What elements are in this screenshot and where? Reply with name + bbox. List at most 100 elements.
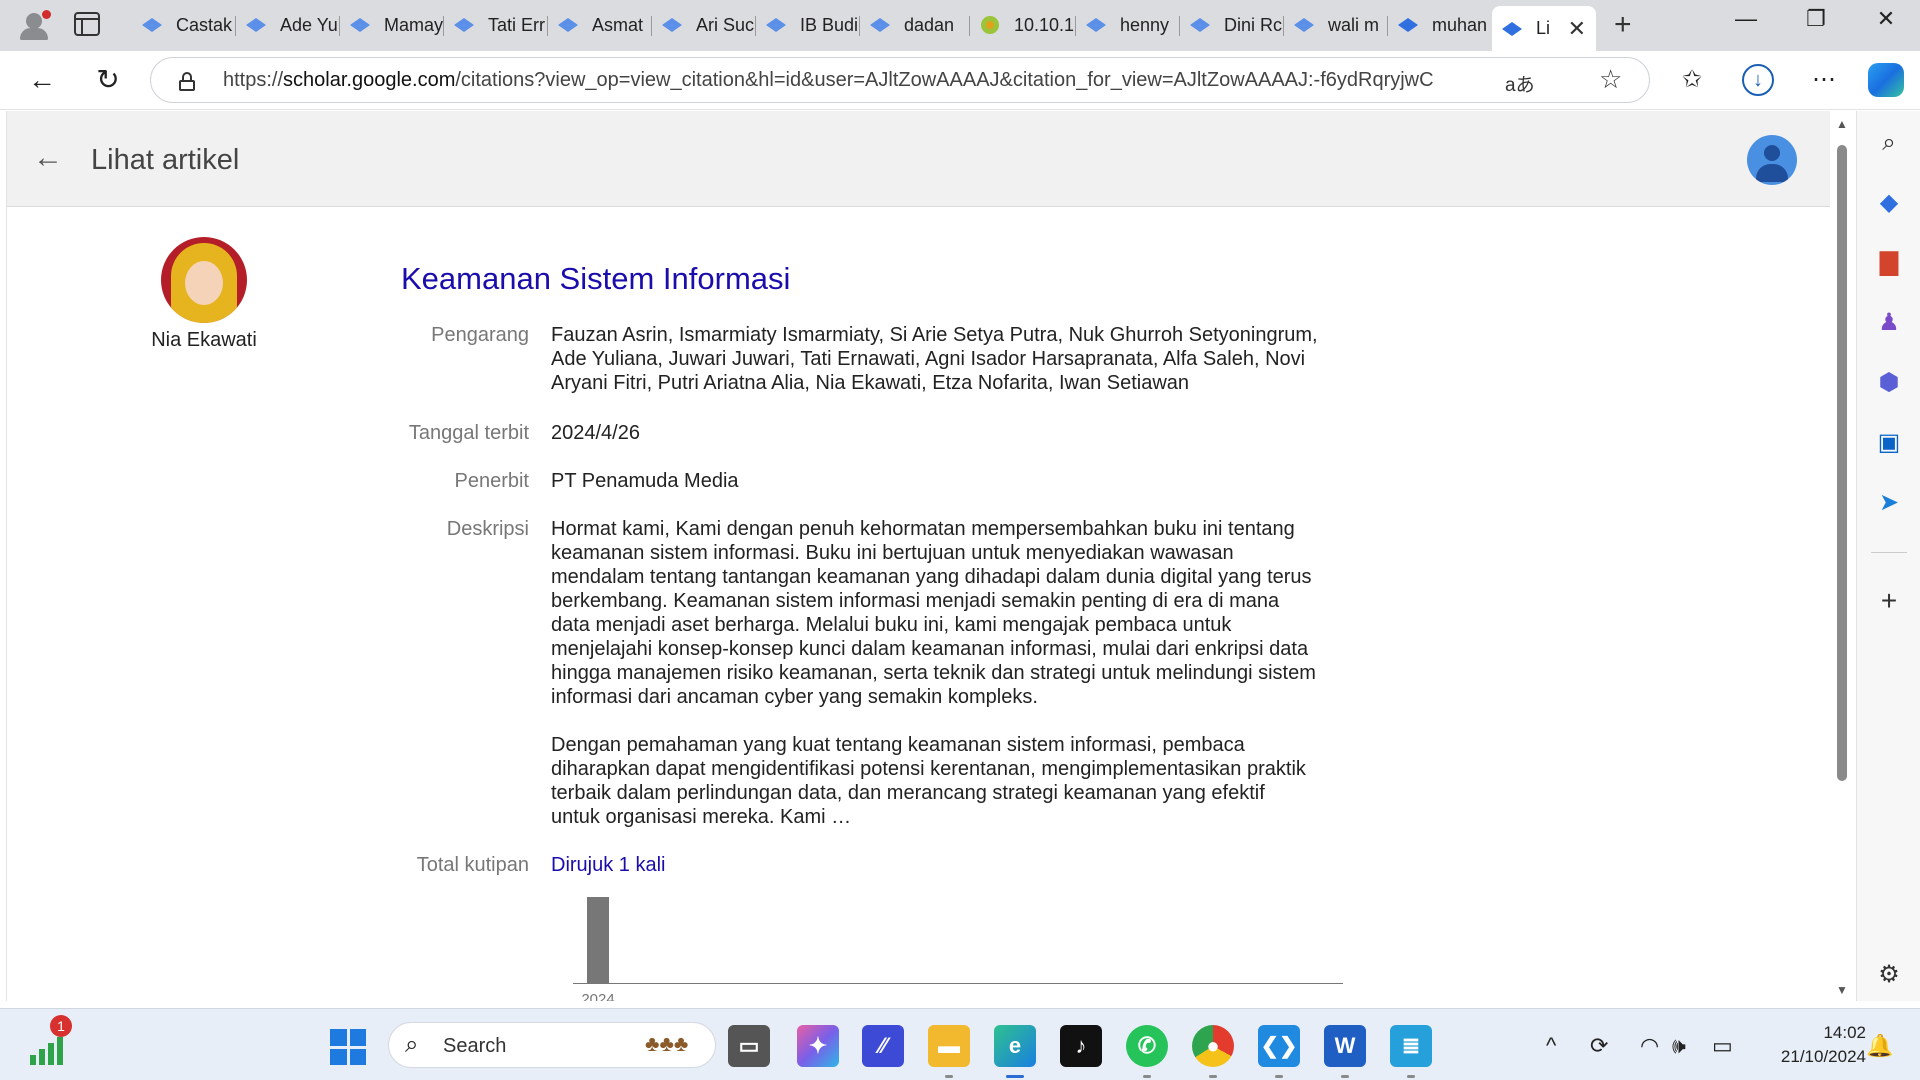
file-explorer-icon[interactable]: ▬	[928, 1025, 970, 1078]
scholar-favicon-icon	[1190, 18, 1210, 32]
minimize-icon[interactable]: —	[1726, 6, 1766, 32]
search-icon[interactable]: ⌕	[1869, 123, 1909, 163]
publisher-label: Penerbit	[454, 470, 530, 492]
taskbar: 1 ⌕ Search ♣♣♣ ▭ ✦ ⁄⁄ ▬ e ♪ ✆ ● ❮❯ W ≣ ^…	[0, 1008, 1920, 1080]
article-title[interactable]: Keamanan Sistem Informasi	[401, 261, 790, 297]
settings-gear-icon[interactable]: ⚙	[1869, 955, 1909, 995]
sync-icon[interactable]: ⟳	[1590, 1033, 1608, 1059]
site-favicon-icon	[980, 16, 1000, 34]
downloads-button[interactable]: ↓	[1738, 60, 1778, 100]
scholar-favicon-icon	[142, 18, 162, 32]
scroll-up-icon[interactable]: ▲	[1836, 117, 1848, 131]
clock-date: 21/10/2024	[1780, 1047, 1866, 1066]
battery-icon[interactable]: ▭	[1712, 1033, 1733, 1059]
tools-icon[interactable]: ▇	[1869, 243, 1909, 283]
authors-value: Fauzan Asrin, Ismarmiaty Ismarmiaty, Si …	[551, 324, 1318, 394]
system-clock[interactable]: 14:02 21/10/2024	[1756, 1021, 1866, 1069]
edge-browser-icon[interactable]: e	[994, 1025, 1036, 1078]
notification-badge: 1	[50, 1015, 72, 1037]
publisher-value: PT Penamuda Media	[551, 470, 739, 492]
scholar-favicon-icon	[454, 18, 474, 32]
notepad-icon[interactable]: ≣	[1390, 1025, 1432, 1078]
copilot-app-icon[interactable]: ✦	[797, 1025, 839, 1067]
tiktok-icon[interactable]: ♪	[1060, 1025, 1102, 1067]
wifi-icon[interactable]: ◠	[1640, 1033, 1659, 1059]
favorites-icon[interactable]: ✩	[1672, 60, 1712, 100]
citation-bar[interactable]	[587, 897, 609, 983]
browser-tab[interactable]: Asmat	[548, 6, 652, 44]
window-close-icon[interactable]: ✕	[1866, 6, 1906, 32]
task-view-icon[interactable]: ▭	[728, 1025, 770, 1067]
send-icon[interactable]: ➤	[1869, 483, 1909, 523]
chrome-icon[interactable]: ●	[1192, 1025, 1234, 1078]
read-aloud-icon[interactable]: aあ	[1505, 70, 1535, 97]
url-text[interactable]: https://scholar.google.com/citations?vie…	[223, 69, 1523, 92]
browser-tab[interactable]: Castak	[132, 6, 236, 44]
back-button[interactable]: ←	[22, 61, 62, 101]
description-paragraph: Dengan pemahaman yang kuat tentang keama…	[551, 734, 1306, 828]
page-header: ← Lihat artikel	[7, 111, 1830, 207]
description-paragraph: Hormat kami, Kami dengan penuh kehormata…	[551, 518, 1316, 708]
browser-tab[interactable]: henny	[1076, 6, 1180, 44]
vscode-icon[interactable]: ❮❯	[1258, 1025, 1300, 1078]
page-content: ← Lihat artikel Nia Ekawati Keamanan Sis…	[6, 111, 1830, 1001]
tab-actions-icon[interactable]	[74, 12, 100, 36]
browser-tab[interactable]: Ade Yu	[236, 6, 340, 44]
show-hidden-icons[interactable]: ^	[1546, 1033, 1556, 1059]
microsoft-365-icon[interactable]: ⬢	[1869, 363, 1909, 403]
page-title: Lihat artikel	[91, 144, 240, 176]
account-avatar[interactable]	[1747, 135, 1797, 185]
favorite-star-icon[interactable]: ☆	[1599, 64, 1622, 95]
taskbar-search[interactable]: ⌕ Search ♣♣♣	[388, 1022, 716, 1068]
citations-row: Total kutipan Dirujuk 1 kali	[307, 853, 1357, 877]
browser-tab[interactable]: dadan	[860, 6, 970, 44]
browser-tab[interactable]: Ari Suc	[652, 6, 756, 44]
refresh-button[interactable]: ↻	[88, 61, 128, 101]
browser-tab[interactable]: wali m	[1284, 6, 1388, 44]
profile-icon[interactable]	[14, 6, 54, 44]
scholar-favicon-icon	[1502, 21, 1522, 36]
notification-bell-icon[interactable]: 🔔	[1866, 1033, 1893, 1059]
browser-tab[interactable]: IB Budi	[756, 6, 860, 44]
citations-link[interactable]: Dirujuk 1 kali	[551, 854, 665, 876]
authors-label: Pengarang	[431, 324, 529, 346]
author-photo[interactable]	[161, 237, 247, 323]
copilot-icon[interactable]	[1868, 63, 1904, 97]
lock-icon[interactable]	[179, 72, 195, 91]
widgets-button[interactable]: 1	[28, 1015, 72, 1065]
author-name[interactable]: Nia Ekawati	[97, 329, 311, 352]
word-icon[interactable]: W	[1324, 1025, 1366, 1078]
back-arrow-icon[interactable]: ←	[33, 141, 63, 175]
shopping-tag-icon[interactable]: ◆	[1869, 183, 1909, 223]
browser-tab[interactable]: Mamay	[340, 6, 444, 44]
date-value: 2024/4/26	[551, 422, 640, 444]
browser-tab[interactable]: Dini Rc	[1180, 6, 1284, 44]
search-label: Search	[443, 1035, 507, 1057]
browser-tab[interactable]: muhan	[1388, 6, 1492, 44]
scrollbar-thumb[interactable]	[1837, 145, 1847, 781]
scholar-favicon-icon	[1086, 18, 1106, 32]
browser-tab[interactable]: Tati Err	[444, 6, 548, 44]
volume-icon[interactable]: 🕪	[1672, 1033, 1686, 1059]
start-button[interactable]	[330, 1029, 366, 1065]
scroll-down-icon[interactable]: ▼	[1836, 983, 1848, 997]
scholar-favicon-icon	[246, 18, 266, 32]
clock-time: 14:02	[1823, 1023, 1866, 1042]
close-tab-icon[interactable]: ✕	[1568, 16, 1586, 42]
citation-chart: 2024	[573, 891, 1349, 1001]
add-icon[interactable]: +	[1869, 581, 1909, 621]
page-scrollbar[interactable]: ▲ ▼	[1832, 111, 1852, 1001]
games-icon[interactable]: ♟	[1869, 303, 1909, 343]
browser-tab-active[interactable]: Li ✕	[1492, 6, 1596, 51]
restore-icon[interactable]: ❐	[1796, 6, 1836, 32]
editor-app-icon[interactable]: ⁄⁄	[862, 1025, 904, 1067]
outlook-icon[interactable]: ▣	[1869, 423, 1909, 463]
scholar-favicon-icon	[662, 18, 682, 32]
description-row: Deskripsi Hormat kami, Kami dengan penuh…	[307, 517, 1357, 829]
browser-tab[interactable]: 10.10.1	[970, 6, 1076, 44]
more-menu-icon[interactable]: ⋯	[1804, 60, 1844, 100]
new-tab-button[interactable]: +	[1614, 8, 1632, 42]
citations-label: Total kutipan	[416, 854, 529, 876]
address-bar[interactable]: https://scholar.google.com/citations?vie…	[150, 57, 1650, 103]
whatsapp-icon[interactable]: ✆	[1126, 1025, 1168, 1078]
